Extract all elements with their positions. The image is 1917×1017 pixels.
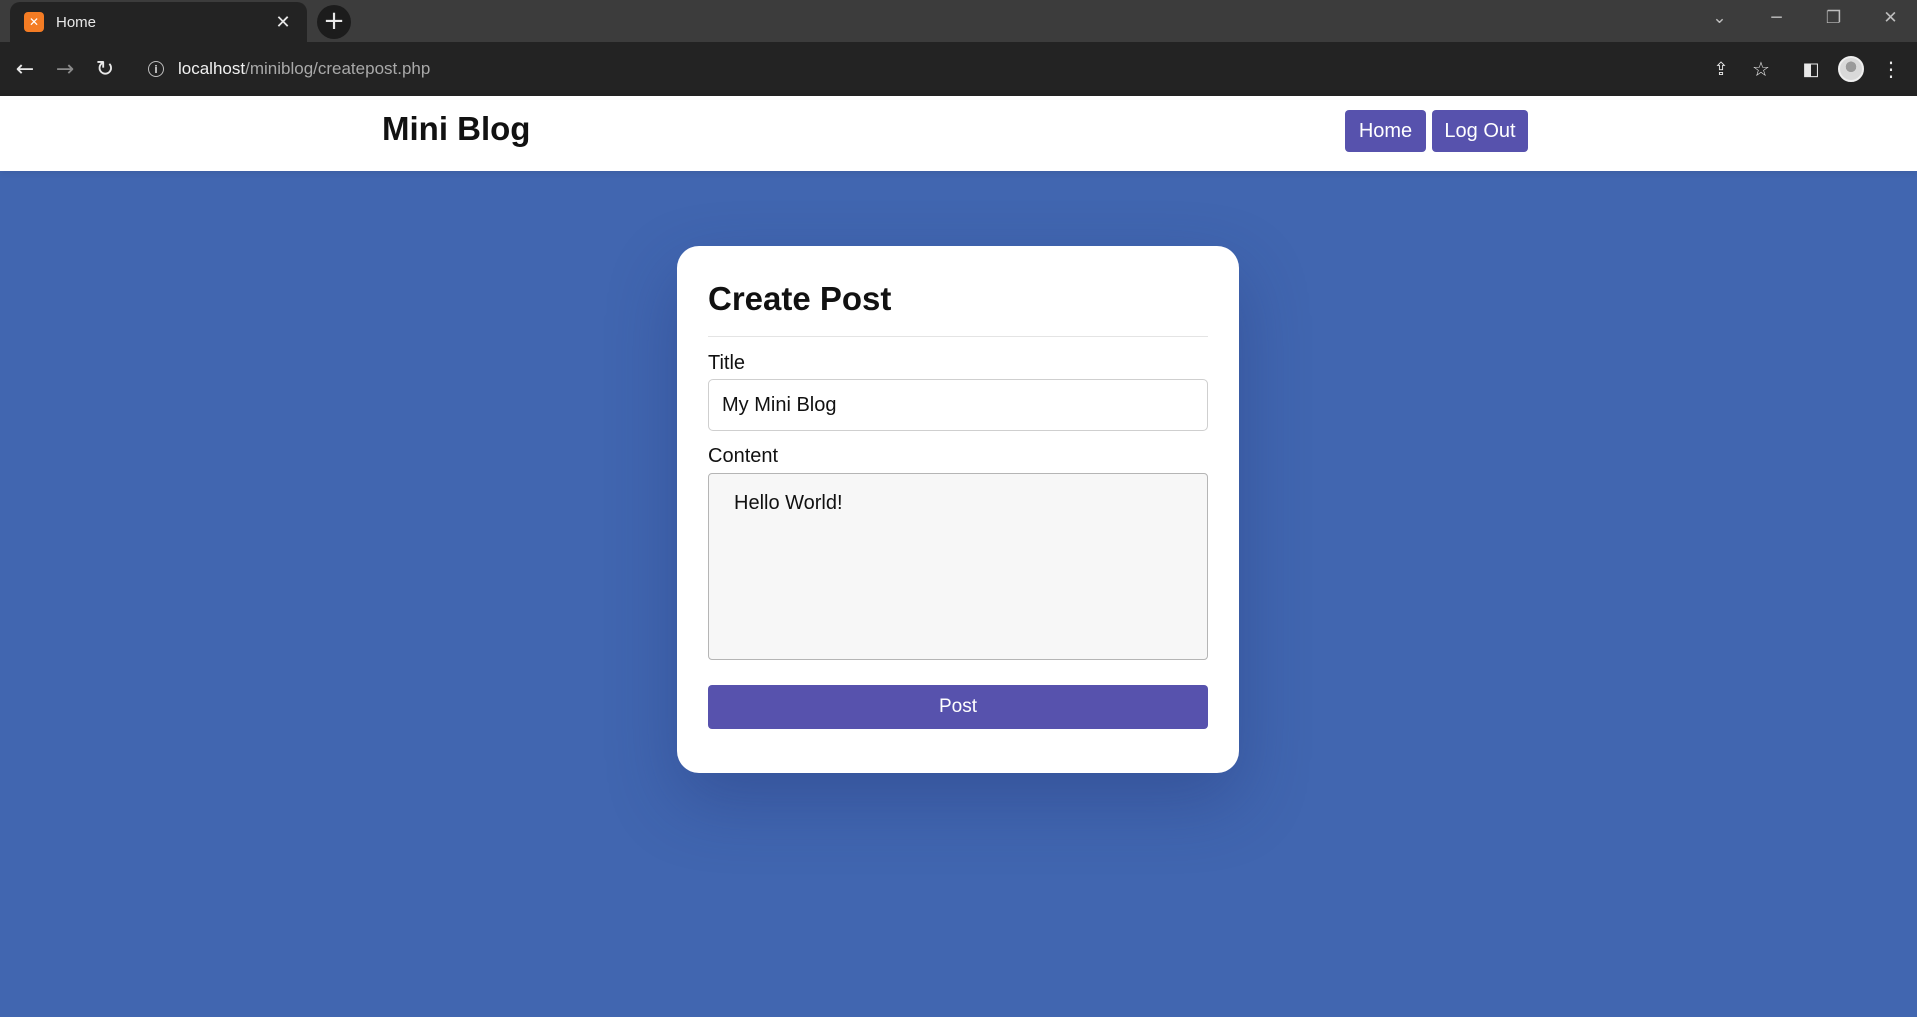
page-title: Create Post [708, 280, 892, 317]
site-navbar: Mini Blog Home Log Out [0, 96, 1917, 171]
close-window-icon[interactable]: ✕ [1862, 0, 1917, 36]
browser-tabstrip: ✕ Home ✕ + ⌄ ─ ❐ ✕ [0, 0, 1917, 42]
new-tab-button[interactable]: + [317, 5, 351, 39]
xampp-icon: ✕ [24, 12, 44, 32]
home-button[interactable]: Home [1345, 110, 1426, 152]
close-tab-icon[interactable]: ✕ [273, 12, 293, 33]
title-input[interactable] [708, 379, 1208, 431]
share-icon[interactable]: ⇪ [1707, 55, 1735, 83]
site-brand[interactable]: Mini Blog [382, 110, 530, 148]
content-textarea[interactable]: Hello World! [708, 473, 1208, 660]
reload-icon[interactable]: ↻ [91, 55, 119, 83]
minimize-icon[interactable]: ─ [1748, 0, 1805, 36]
bookmark-star-icon[interactable]: ☆ [1747, 55, 1775, 83]
menu-kebab-icon[interactable]: ⋮ [1877, 55, 1905, 83]
content-label: Content [708, 445, 779, 467]
address-bar[interactable]: i localhost/miniblog/createpost.php [134, 49, 1714, 89]
create-post-card: Create Post Title Content Hello World! P… [677, 246, 1239, 773]
url-text: localhost/miniblog/createpost.php [178, 59, 431, 78]
divider [708, 336, 1208, 337]
side-panel-icon[interactable]: ◧ [1797, 55, 1825, 83]
browser-tab[interactable]: ✕ Home ✕ [10, 2, 307, 42]
logout-button[interactable]: Log Out [1432, 110, 1528, 152]
title-label: Title [708, 352, 746, 374]
restore-icon[interactable]: ❐ [1805, 0, 1862, 36]
tab-title: Home [56, 13, 97, 31]
browser-toolbar: ← → ↻ i localhost/miniblog/createpost.ph… [0, 42, 1917, 96]
tab-search-icon[interactable]: ⌄ [1691, 0, 1748, 36]
site-info-icon[interactable]: i [148, 61, 164, 77]
forward-icon[interactable]: → [51, 55, 79, 83]
back-icon[interactable]: ← [11, 55, 39, 83]
profile-avatar[interactable] [1838, 56, 1864, 82]
post-button[interactable]: Post [708, 685, 1208, 729]
